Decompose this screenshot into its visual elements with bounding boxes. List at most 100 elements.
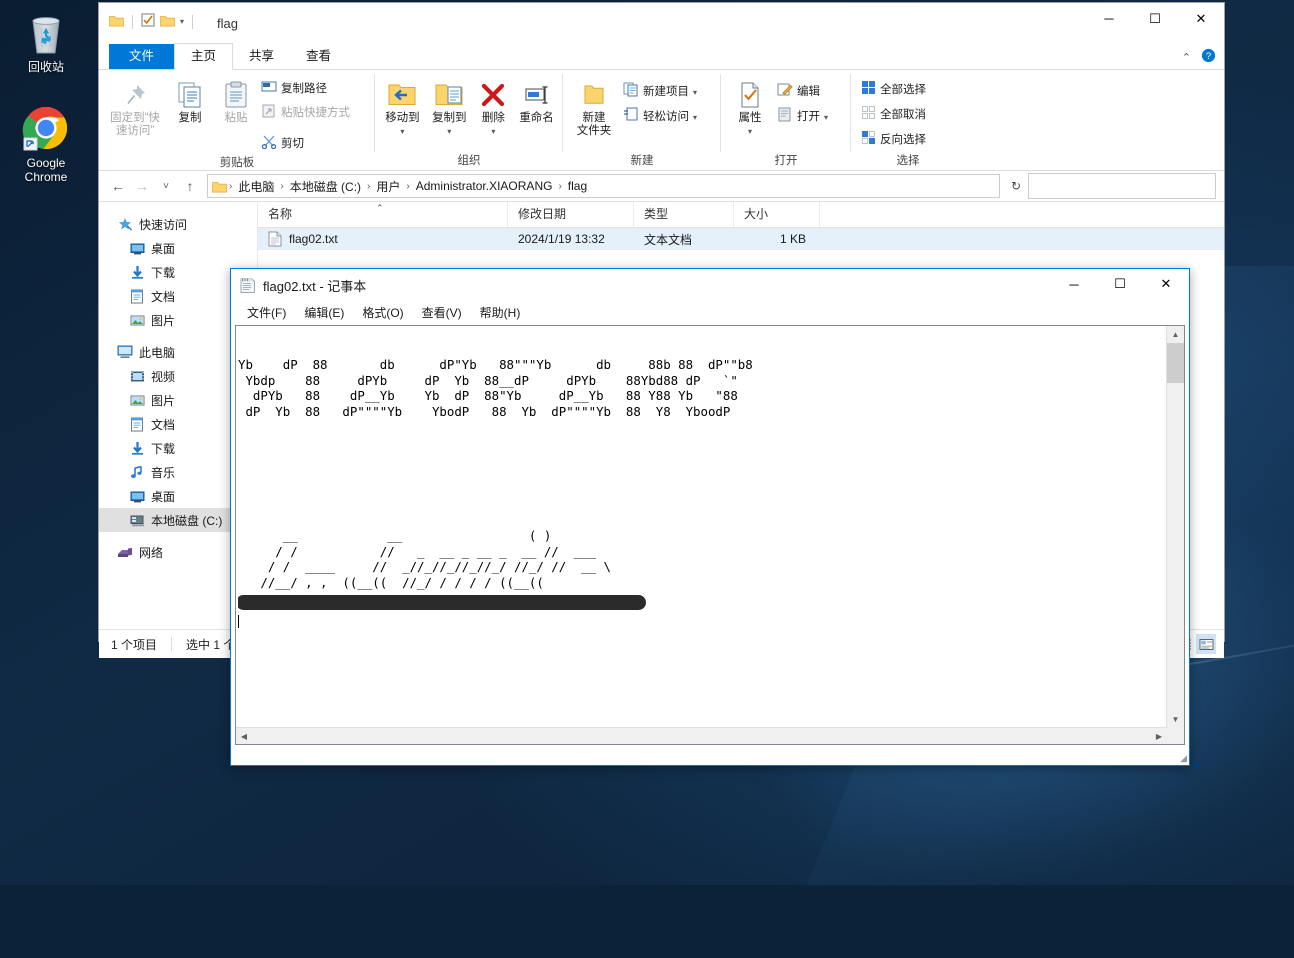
scroll-right-arrow[interactable]: ▶ xyxy=(1151,728,1167,744)
menu-help[interactable]: 帮助(H) xyxy=(472,302,529,323)
minimize-button[interactable]: ─ xyxy=(1086,3,1132,34)
window-title: flag xyxy=(217,16,238,31)
ribbon-group-new: 新建 文件夹 新建项目 ▾ 轻松访问 ▾ 新建 xyxy=(563,70,721,170)
column-header-size[interactable]: 大小 xyxy=(734,202,820,227)
desktop-icon-recycle-bin[interactable]: 回收站 xyxy=(4,8,88,74)
group-label: 打开 xyxy=(774,155,798,167)
ribbon-paste[interactable]: 粘贴 xyxy=(213,76,259,127)
close-button[interactable]: ✕ xyxy=(1178,3,1224,34)
scroll-left-arrow[interactable]: ◀ xyxy=(236,728,252,744)
help-icon[interactable]: ? xyxy=(1201,48,1216,66)
ribbon-copy[interactable]: 复制 xyxy=(167,76,213,127)
collapse-ribbon-icon[interactable]: ⌃ xyxy=(1182,51,1191,64)
breadcrumb-item-this-pc[interactable]: 此电脑 xyxy=(234,177,278,196)
sidebar-item-desktop[interactable]: 桌面 xyxy=(99,236,257,260)
breadcrumb-item-administrator[interactable]: Administrator.XIAORANG xyxy=(412,178,557,194)
menu-view[interactable]: 查看(V) xyxy=(414,302,470,323)
tab-view[interactable]: 查看 xyxy=(290,44,347,69)
vertical-scrollbar[interactable]: ▲ ▼ xyxy=(1166,326,1184,728)
ribbon-cut[interactable]: 剪切 xyxy=(259,132,355,156)
ribbon-paste-shortcut[interactable]: 粘贴快捷方式 xyxy=(259,102,355,125)
new-folder-icon[interactable] xyxy=(160,14,175,30)
ribbon-open[interactable]: 打开 ▾ xyxy=(775,105,833,129)
ribbon-invert-selection[interactable]: 反向选择 xyxy=(859,128,931,152)
list-view-icon[interactable] xyxy=(1196,634,1216,654)
explorer-title-bar[interactable]: ▾ flag ─ ☐ ✕ xyxy=(99,3,1224,43)
ribbon-select-none[interactable]: 全部取消 xyxy=(859,103,931,127)
network-icon xyxy=(117,544,133,560)
breadcrumb-item-local-disk[interactable]: 本地磁盘 (C:) xyxy=(286,177,365,196)
horizontal-scrollbar[interactable]: ◀ ▶ xyxy=(236,727,1167,744)
select-all-icon xyxy=(861,80,876,100)
menu-file[interactable]: 文件(F) xyxy=(239,302,294,323)
refresh-button[interactable]: ↻ xyxy=(1006,175,1026,197)
paste-shortcut-icon xyxy=(261,104,277,123)
properties-checkbox-icon[interactable] xyxy=(141,13,155,30)
breadcrumb-item-flag[interactable]: flag xyxy=(564,178,591,194)
documents-icon xyxy=(129,288,145,304)
folder-icon[interactable] xyxy=(109,14,124,30)
chevron-down-icon[interactable]: ▾ xyxy=(400,125,404,138)
this-pc-icon xyxy=(117,344,133,360)
column-header-date[interactable]: 修改日期 xyxy=(508,202,634,227)
search-input[interactable] xyxy=(1028,173,1216,199)
label: 桌面 xyxy=(151,241,176,256)
scroll-up-arrow[interactable]: ▲ xyxy=(1167,326,1184,343)
maximize-button[interactable]: ☐ xyxy=(1132,3,1178,34)
notepad-slant-text: __ __ ( ) / / // _ __ _ __ _ __ // ___ /… xyxy=(260,527,611,590)
chevron-down-icon[interactable]: ▾ xyxy=(447,125,451,138)
label: 下载 xyxy=(151,265,176,280)
chevron-down-icon[interactable]: ▾ xyxy=(693,110,697,125)
recent-locations-button[interactable]: ˅ xyxy=(155,175,177,197)
ribbon-properties[interactable]: 属性 ▾ xyxy=(725,76,775,140)
ribbon-select-all[interactable]: 全部选择 xyxy=(859,78,931,102)
vertical-scroll-thumb[interactable] xyxy=(1167,343,1184,383)
ribbon-delete[interactable]: 删除 ▾ xyxy=(473,76,514,140)
ribbon-new-item[interactable]: 新建项目 ▾ xyxy=(621,80,702,104)
close-button[interactable]: ✕ xyxy=(1143,269,1189,299)
quick-access-toolbar: ▾ xyxy=(109,13,196,30)
ribbon-copy-to[interactable]: 复制到 ▾ xyxy=(426,76,473,140)
back-button[interactable]: ← xyxy=(107,175,129,197)
ribbon-new-folder[interactable]: 新建 文件夹 xyxy=(567,76,621,140)
edit-icon xyxy=(777,82,793,102)
chevron-down-icon[interactable]: ▾ xyxy=(693,85,697,100)
table-row[interactable]: flag02.txt 2024/1/19 13:32 文本文档 1 KB xyxy=(258,228,1224,250)
ribbon-move-to[interactable]: 移动到 ▾ xyxy=(379,76,426,140)
scroll-down-arrow[interactable]: ▼ xyxy=(1167,711,1184,728)
tab-home[interactable]: 主页 xyxy=(174,43,234,70)
ribbon-easy-access[interactable]: 轻松访问 ▾ xyxy=(621,105,702,129)
chevron-down-icon[interactable]: ▾ xyxy=(824,110,828,125)
notepad-title-bar[interactable]: flag02.txt - 记事本 ─ ☐ ✕ xyxy=(231,269,1189,301)
forward-button[interactable]: → xyxy=(131,175,153,197)
breadcrumb[interactable]: › 此电脑 › 本地磁盘 (C:) › 用户 › Administrator.X… xyxy=(207,174,1000,198)
label: 音乐 xyxy=(151,465,176,480)
minimize-button[interactable]: ─ xyxy=(1051,269,1097,299)
column-header-type[interactable]: 类型 xyxy=(634,202,734,227)
move-to-icon xyxy=(387,78,417,112)
maximize-button[interactable]: ☐ xyxy=(1097,269,1143,299)
breadcrumb-item-users[interactable]: 用户 xyxy=(372,177,404,196)
sidebar-item-quick-access[interactable]: 快速访问 xyxy=(99,212,257,236)
text-file-icon xyxy=(268,231,282,247)
rename-icon xyxy=(523,78,551,112)
ribbon-pin-to-quick-access[interactable]: 固定到“快 速访问” xyxy=(103,76,167,140)
ribbon-edit[interactable]: 编辑 xyxy=(775,80,833,104)
chevron-down-icon[interactable]: ▾ xyxy=(180,17,184,26)
label-line2: 文件夹 xyxy=(576,125,612,137)
group-label: 选择 xyxy=(896,155,920,167)
desktop-icon-google-chrome[interactable]: Google Chrome xyxy=(4,104,88,184)
label: 网络 xyxy=(139,545,164,560)
menu-edit[interactable]: 编辑(E) xyxy=(296,302,352,323)
ribbon-copy-path[interactable]: 复制路径 xyxy=(259,78,355,101)
notepad-window-controls: ─ ☐ ✕ xyxy=(1051,269,1189,299)
ribbon-rename[interactable]: 重命名 xyxy=(514,76,559,127)
up-button[interactable]: ↑ xyxy=(179,175,201,197)
tab-share[interactable]: 共享 xyxy=(233,44,290,69)
resize-grip[interactable]: ◢ xyxy=(1180,753,1187,764)
chevron-down-icon[interactable]: ▾ xyxy=(491,125,495,138)
notepad-text-area[interactable]: Yb dP 88 db dP"Yb 88"""Yb db 88b 88 dP""… xyxy=(235,325,1185,745)
tab-file[interactable]: 文件 xyxy=(109,44,175,69)
chevron-down-icon[interactable]: ▾ xyxy=(748,125,752,138)
menu-format[interactable]: 格式(O) xyxy=(354,302,411,323)
